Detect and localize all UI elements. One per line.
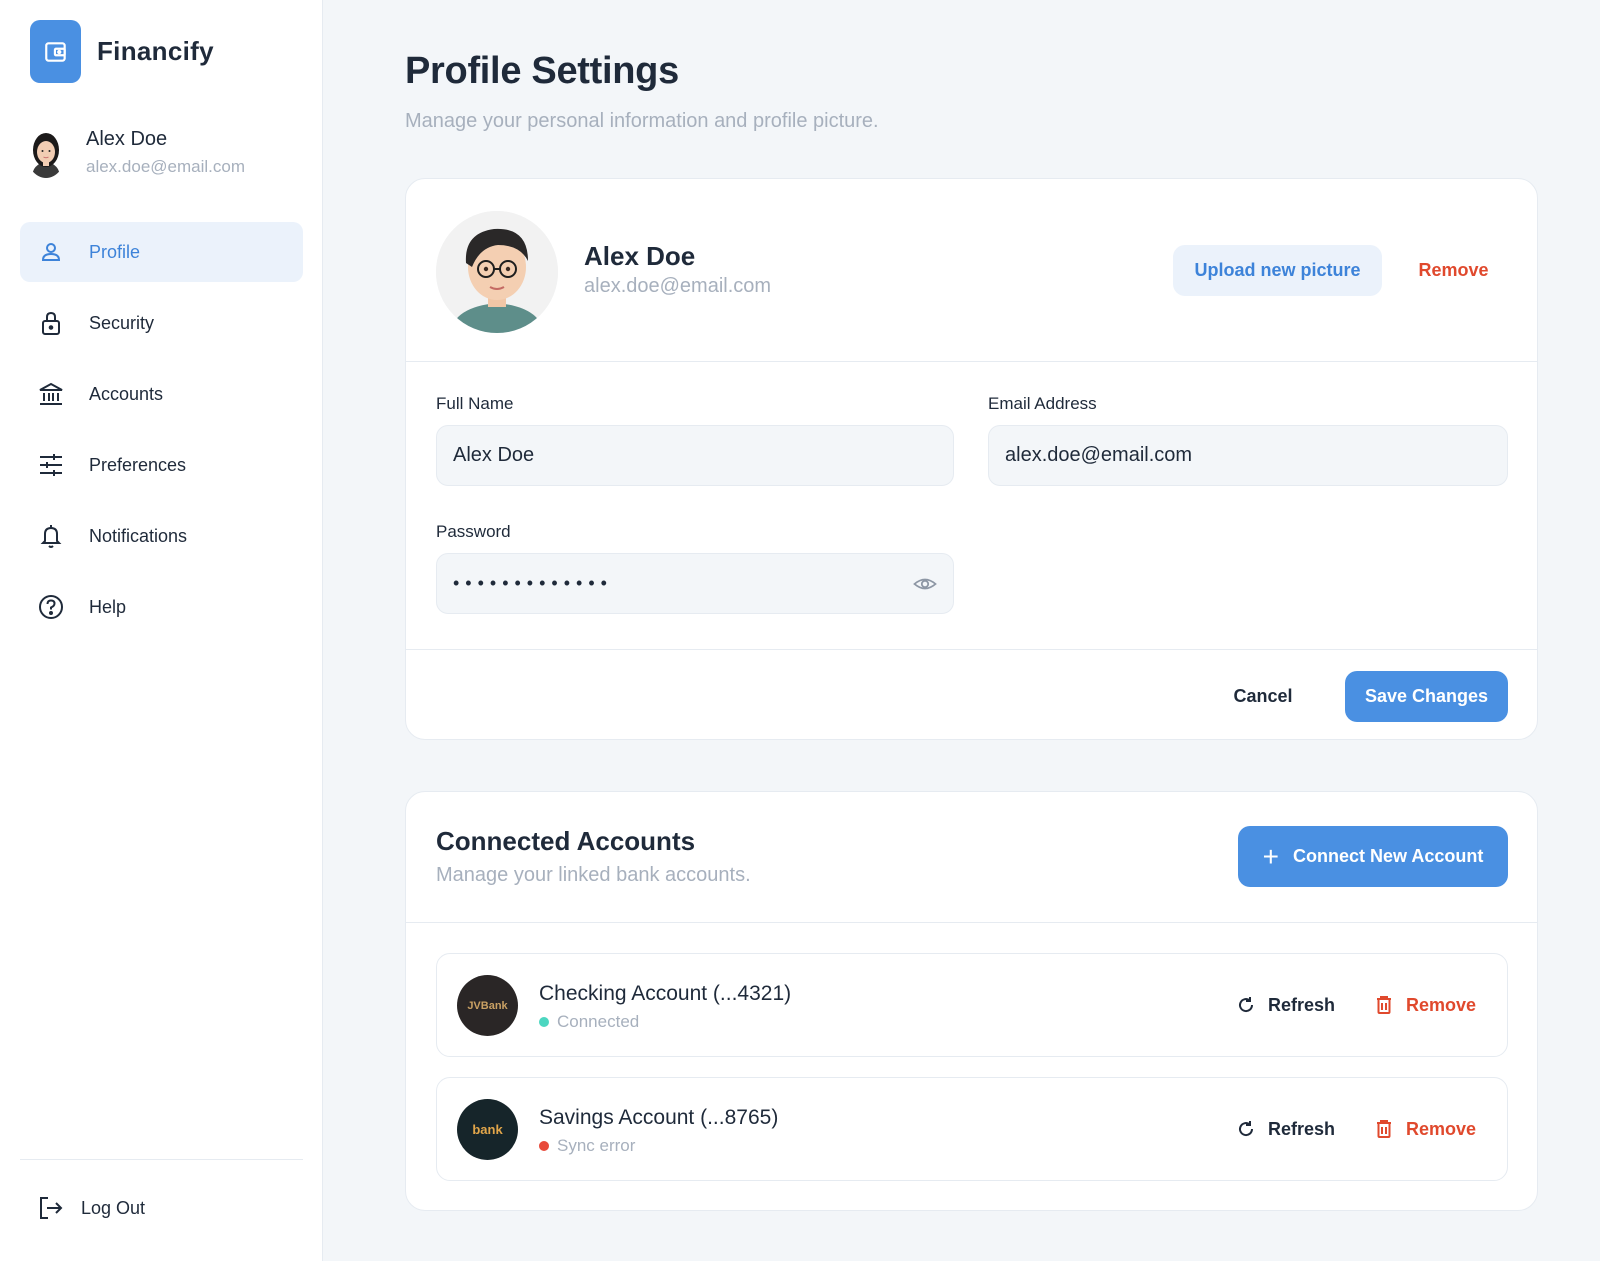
connected-accounts-card: Connected Accounts Manage your linked ba…: [405, 791, 1538, 1211]
sidebar-nav: Profile Security Accounts Preferences No…: [20, 222, 303, 648]
password-value: •••••••••••••: [453, 573, 613, 593]
bank-logo-text: JVBank: [467, 999, 508, 1012]
page-subtitle: Manage your personal information and pro…: [405, 110, 879, 132]
status-text: Sync error: [557, 1136, 636, 1155]
bank-logo-text: bank: [472, 1122, 503, 1137]
status-dot-icon: [539, 1017, 549, 1027]
cancel-button[interactable]: Cancel: [1218, 671, 1308, 722]
refresh-label: Refresh: [1268, 994, 1336, 1015]
refresh-label: Refresh: [1268, 1118, 1336, 1139]
brand[interactable]: Financify: [30, 20, 214, 83]
status-dot-icon: [539, 1141, 549, 1151]
accounts-title: Connected Accounts: [436, 826, 696, 856]
wallet-icon: [30, 20, 81, 83]
avatar: [436, 211, 558, 333]
save-button[interactable]: Save Changes: [1345, 671, 1508, 722]
divider: [406, 649, 1537, 650]
account-name: Savings Account (...8765): [539, 1106, 779, 1129]
logout-label: Log Out: [81, 1197, 146, 1218]
email-field[interactable]: alex.doe@email.com: [988, 425, 1508, 486]
lock-icon: [38, 310, 64, 336]
brand-name: Financify: [97, 36, 214, 66]
full-name-label: Full Name: [436, 394, 514, 413]
user-email: alex.doe@email.com: [86, 156, 245, 176]
bank-logo: JVBank: [457, 975, 518, 1036]
sidebar-item-label: Notifications: [89, 525, 188, 546]
user-name: Alex Doe: [86, 127, 168, 150]
sidebar-item-label: Profile: [89, 241, 141, 262]
sidebar-item-label: Help: [89, 596, 127, 617]
logout-icon: [38, 1195, 64, 1221]
accounts-subtitle: Manage your linked bank accounts.: [436, 864, 751, 886]
upload-picture-button[interactable]: Upload new picture: [1173, 245, 1382, 296]
profile-name: Alex Doe: [584, 241, 696, 271]
trash-icon: [1377, 996, 1391, 1014]
password-label: Password: [436, 522, 511, 541]
email-value: alex.doe@email.com: [1005, 444, 1193, 466]
account-status: Connected: [539, 1012, 639, 1032]
sidebar-item-accounts[interactable]: Accounts: [20, 364, 303, 424]
account-status: Sync error: [539, 1136, 635, 1156]
email-label: Email Address: [988, 394, 1097, 413]
refresh-button[interactable]: Refresh: [1236, 1111, 1335, 1147]
logout-button[interactable]: Log Out: [38, 1195, 145, 1221]
sliders-icon: [38, 452, 64, 478]
bank-icon: [38, 381, 64, 407]
remove-account-button[interactable]: Remove: [1374, 1111, 1476, 1147]
sidebar-item-help[interactable]: Help: [20, 577, 303, 637]
full-name-value: Alex Doe: [453, 444, 535, 466]
status-text: Connected: [557, 1012, 640, 1031]
bank-logo: bank: [457, 1099, 518, 1160]
bell-icon: [38, 523, 64, 549]
plus-icon: +: [1262, 840, 1279, 872]
account-row: bank Savings Account (...8765) Sync erro…: [436, 1077, 1508, 1181]
full-name-field[interactable]: Alex Doe: [436, 425, 954, 486]
eye-icon[interactable]: [913, 572, 937, 596]
page-title: Profile Settings: [405, 50, 679, 92]
account-name: Checking Account (...4321): [539, 982, 792, 1005]
connect-account-button[interactable]: + Connect New Account: [1238, 826, 1508, 887]
account-row: JVBank Checking Account (...4321) Connec…: [436, 953, 1508, 1057]
connect-account-label: Connect New Account: [1293, 846, 1484, 866]
refresh-icon: [1239, 997, 1254, 1013]
sidebar-user[interactable]: Alex Doe alex.doe@email.com: [26, 126, 245, 178]
sidebar-item-profile[interactable]: Profile: [20, 222, 303, 282]
trash-icon: [1377, 1120, 1391, 1138]
refresh-button[interactable]: Refresh: [1236, 987, 1335, 1023]
sidebar-item-label: Preferences: [89, 454, 187, 475]
remove-label: Remove: [1406, 994, 1477, 1015]
remove-account-button[interactable]: Remove: [1374, 987, 1476, 1023]
profile-header: Alex Doe alex.doe@email.com Upload new p…: [406, 179, 1537, 362]
avatar: [26, 126, 66, 178]
remove-picture-button[interactable]: Remove: [1406, 245, 1501, 296]
password-field[interactable]: •••••••••••••: [436, 553, 954, 614]
profile-card: Alex Doe alex.doe@email.com Upload new p…: [405, 178, 1538, 740]
refresh-icon: [1239, 1121, 1254, 1137]
sidebar-item-label: Security: [89, 312, 155, 333]
user-icon: [38, 239, 64, 265]
sidebar-item-label: Accounts: [89, 383, 164, 404]
sidebar-item-notifications[interactable]: Notifications: [20, 506, 303, 566]
divider: [20, 1159, 303, 1160]
help-icon: [38, 594, 64, 620]
sidebar-item-security[interactable]: Security: [20, 293, 303, 353]
sidebar: Financify Alex Doe alex.doe@email.com Pr…: [0, 0, 323, 1261]
divider: [406, 922, 1537, 923]
remove-label: Remove: [1406, 1118, 1477, 1139]
sidebar-item-preferences[interactable]: Preferences: [20, 435, 303, 495]
profile-email: alex.doe@email.com: [584, 275, 772, 297]
